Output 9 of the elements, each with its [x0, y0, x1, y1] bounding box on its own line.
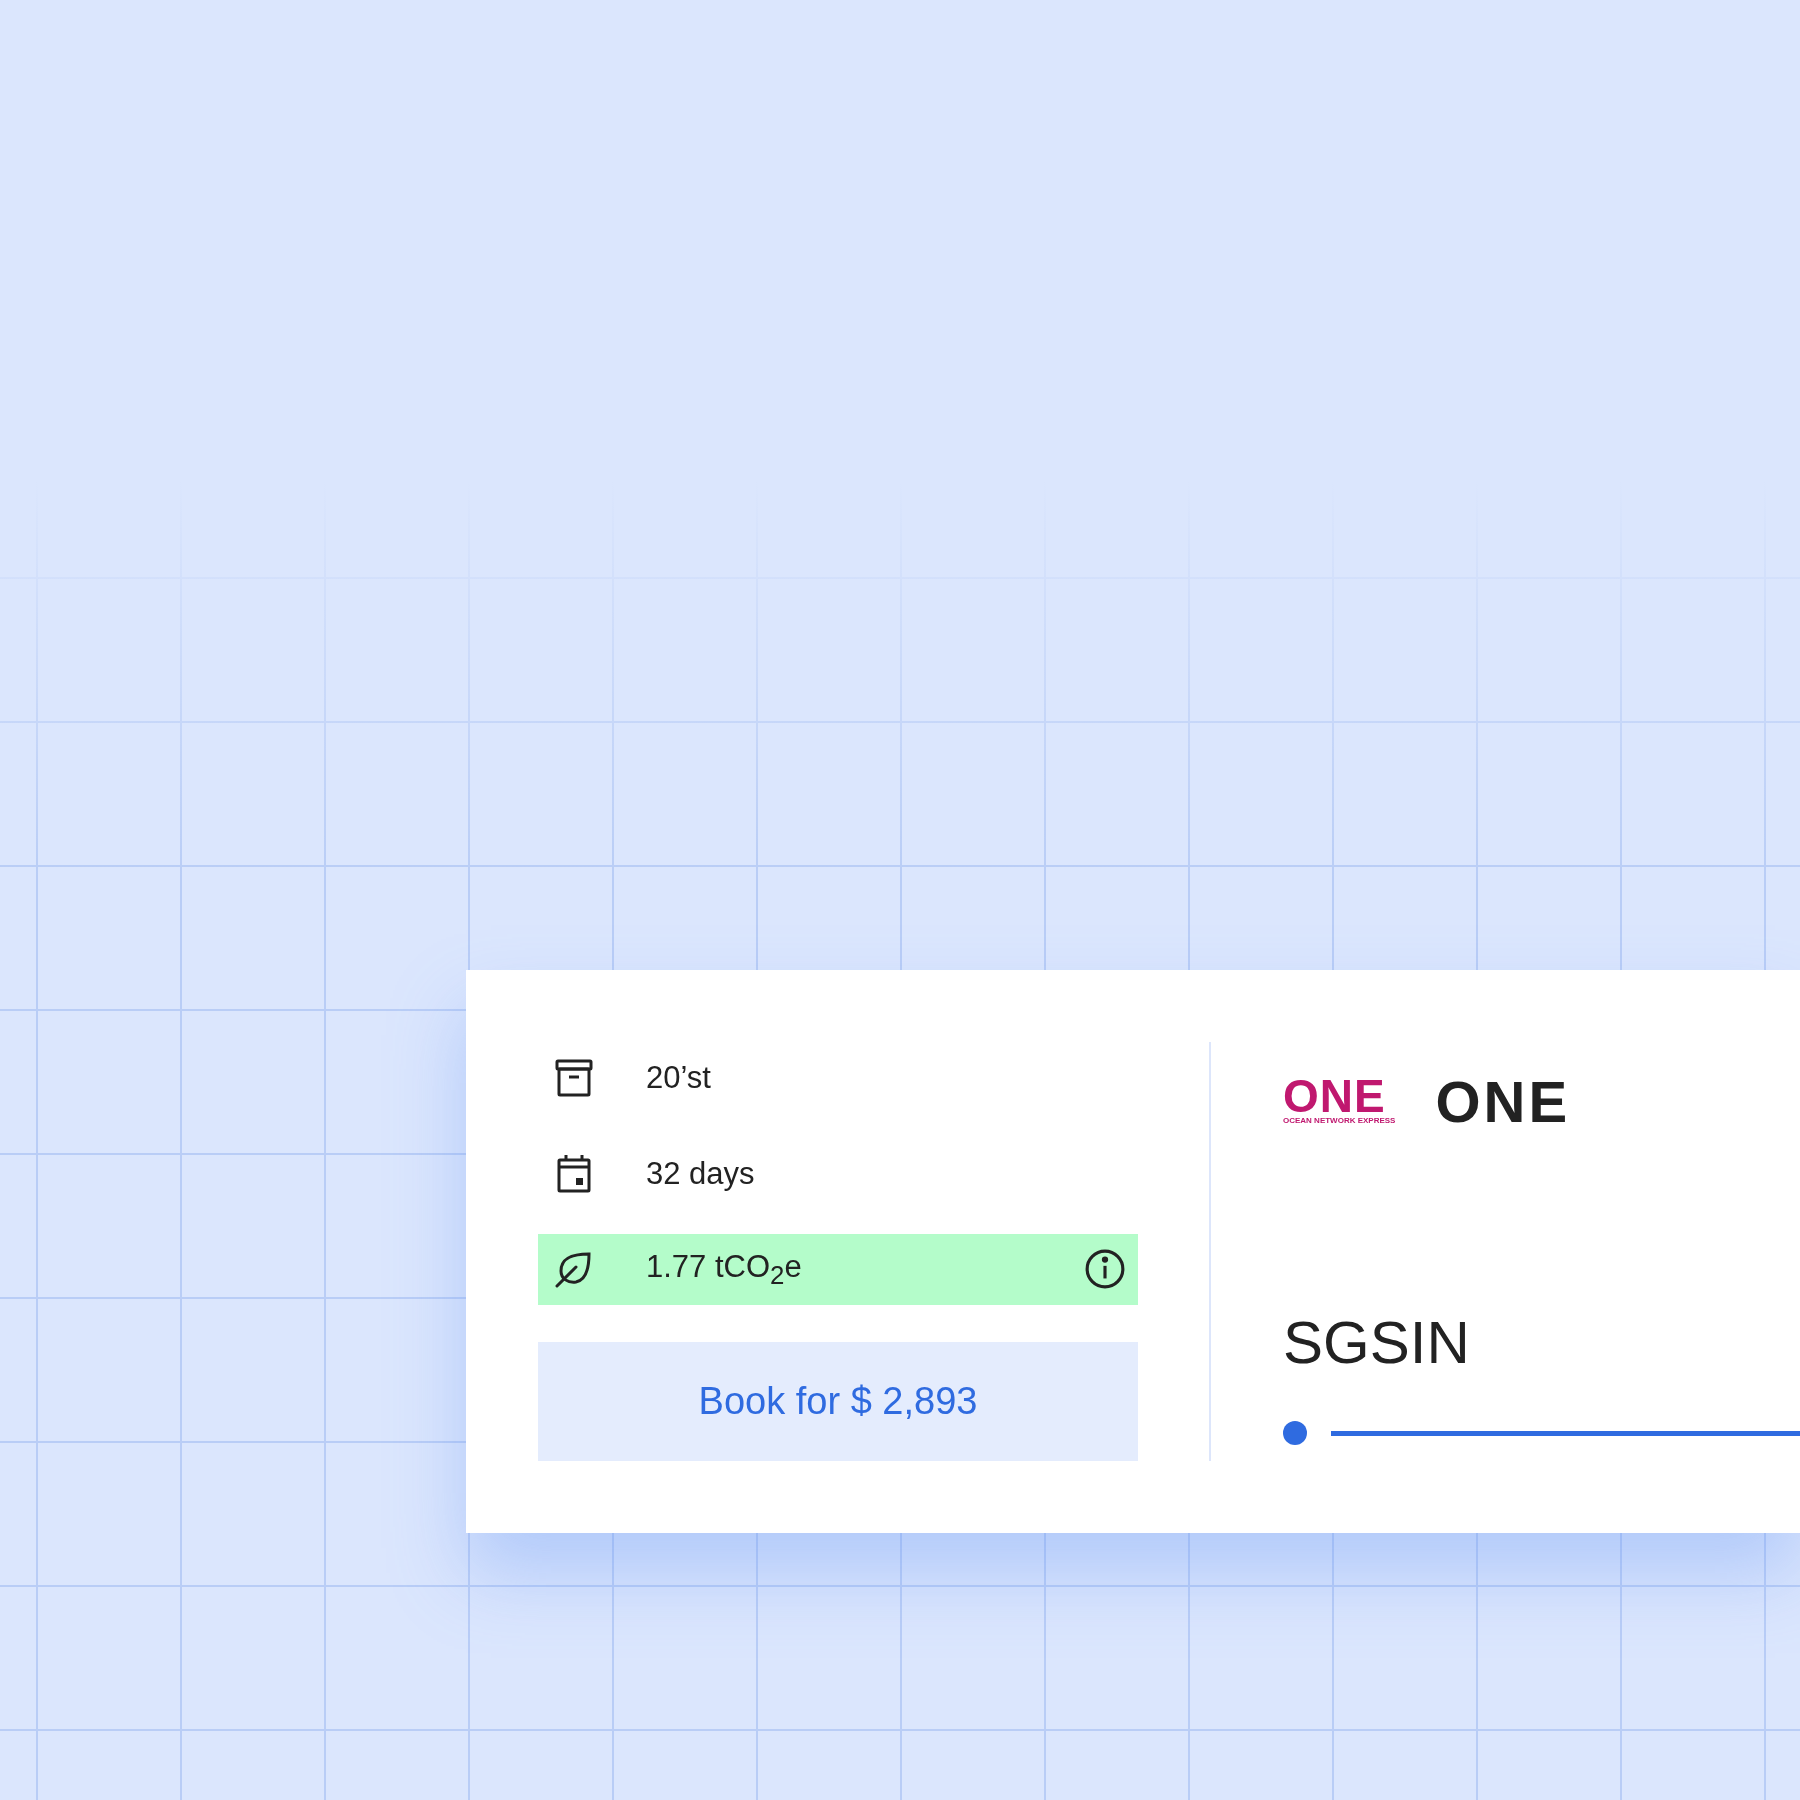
spec-text: 32 days	[646, 1155, 756, 1192]
archive-box-icon	[554, 1057, 594, 1098]
spec-text: 20’st	[646, 1059, 712, 1096]
origin-port: SGSIN	[1283, 1313, 1471, 1373]
spec-text: 1.77 tCO$_{2}$e	[646, 1248, 803, 1291]
info-icon[interactable]	[1084, 1248, 1126, 1291]
carrier-name: ONE	[1435, 1068, 1571, 1135]
book-button[interactable]: Book for $ 2,893	[538, 1342, 1138, 1461]
origin-dot	[1283, 1421, 1307, 1445]
